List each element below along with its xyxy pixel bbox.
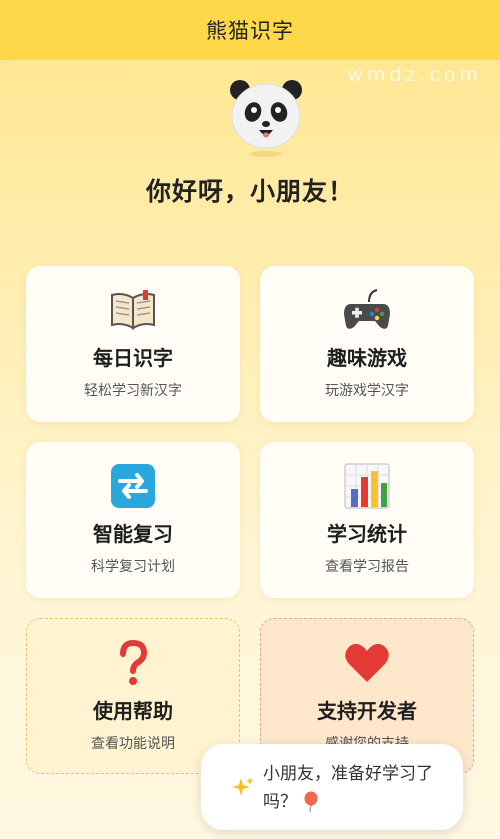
- mascot-speech-bubble[interactable]: 小朋友，准备好学习了吗？: [201, 744, 463, 830]
- question-icon: [27, 640, 239, 685]
- card-subtitle: 玩游戏学汉字: [325, 383, 409, 399]
- card-subtitle: 轻松学习新汉字: [84, 383, 182, 399]
- card-title: 智能复习: [93, 522, 173, 546]
- card-title: 使用帮助: [93, 699, 173, 723]
- bubble-message: 小朋友，准备好学习了吗？: [263, 760, 443, 816]
- app-header: 熊猫识字: [0, 0, 500, 60]
- card-title: 每日识字: [93, 346, 173, 370]
- card-learning-stats[interactable]: 学习统计 查看学习报告: [260, 442, 474, 598]
- watermark: wmdz.com: [347, 64, 482, 86]
- greeting-heading: 你好呀，小朋友！: [145, 177, 354, 206]
- card-subtitle: 科学复习计划: [91, 559, 175, 575]
- card-smart-review[interactable]: 智能复习 科学复习计划: [26, 442, 240, 598]
- corner-mark: ···: [2, 60, 8, 67]
- card-title: 学习统计: [327, 522, 407, 546]
- card-title: 支持开发者: [317, 699, 417, 723]
- sparkle-icon: [232, 777, 254, 796]
- bar-chart-icon: [260, 463, 474, 509]
- card-subtitle: 查看学习报告: [325, 559, 409, 575]
- gamepad-icon: [260, 288, 474, 332]
- book-icon: [26, 288, 240, 332]
- card-daily-learning[interactable]: 每日识字 轻松学习新汉字: [26, 266, 240, 422]
- card-fun-games[interactable]: 趣味游戏 玩游戏学汉字: [260, 266, 474, 422]
- bubble-text: 小朋友，准备好学习了吗？: [263, 764, 433, 812]
- app-title: 熊猫识字: [206, 19, 294, 43]
- panda-mascot-icon: [230, 80, 302, 157]
- refresh-icon: [26, 464, 240, 508]
- balloon-icon: [304, 791, 318, 813]
- card-title: 趣味游戏: [327, 346, 407, 370]
- heart-icon: [261, 641, 473, 685]
